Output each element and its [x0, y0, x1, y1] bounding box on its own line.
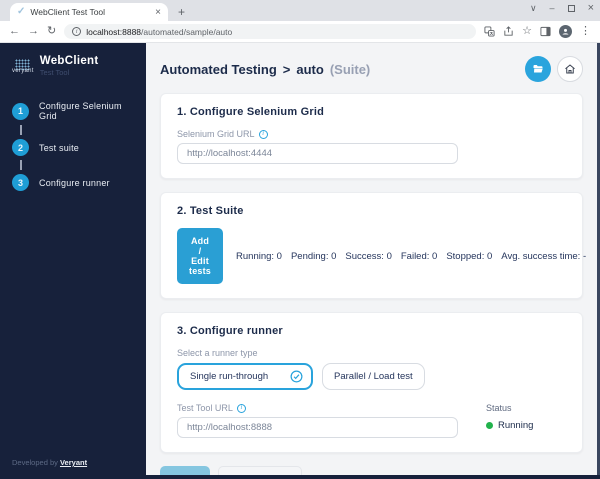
clear-results-button[interactable]: Clear Results	[217, 466, 302, 475]
status-label: Status	[486, 403, 512, 413]
breadcrumb-current: auto	[296, 61, 324, 77]
profile-avatar[interactable]	[559, 25, 572, 38]
step-connector	[20, 125, 22, 135]
info-icon[interactable]: i	[236, 403, 246, 413]
stat-avg-success-time: Avg. success time: -	[501, 250, 587, 262]
brand: veryant WebClient Test Tool	[12, 55, 134, 77]
breadcrumb-suffix: (Suite)	[329, 61, 371, 77]
start-button[interactable]: Start	[160, 466, 210, 475]
reload-button[interactable]: ↻	[47, 26, 56, 37]
stat-running: Running: 0	[236, 250, 282, 262]
site-info-icon[interactable]: i	[72, 27, 82, 36]
status-dot-icon	[486, 422, 493, 429]
window-close-button[interactable]: ×	[588, 2, 594, 14]
wizard-steps: 1 Configure Selenium Grid 2 Test suite 3…	[12, 101, 134, 191]
stat-failed: Failed: 0	[400, 250, 438, 262]
breadcrumb-separator: >	[282, 61, 291, 77]
home-icon	[565, 64, 575, 74]
open-folder-button[interactable]	[525, 56, 551, 82]
forward-button[interactable]: →	[28, 26, 39, 37]
breadcrumb-root[interactable]: Automated Testing	[160, 62, 277, 77]
actions-row: Start Clear Results	[146, 466, 597, 475]
translate-icon[interactable]	[484, 26, 495, 37]
step-number-badge: 3	[12, 174, 29, 191]
browser-toolbar: ← → ↻ i localhost:8888/automated/sample/…	[0, 21, 600, 43]
main-area: Automated Testing > auto (Suite) 1. Conf…	[146, 43, 600, 475]
tab-title: WebClient Test Tool	[30, 7, 106, 17]
suite-stats: Running: 0 Pending: 0 Success: 0 Failed:…	[236, 251, 586, 262]
selenium-grid-url-label: Selenium Grid URL i	[177, 129, 566, 139]
app-name: WebClient	[39, 55, 99, 67]
tab-close-icon[interactable]: ×	[155, 7, 161, 18]
info-icon[interactable]: i	[258, 129, 268, 139]
stat-pending: Pending: 0	[290, 250, 337, 262]
step-test-suite[interactable]: 2 Test suite	[12, 139, 134, 156]
share-icon[interactable]	[503, 26, 514, 37]
card-configure-runner: 3. Configure runner Select a runner type…	[160, 312, 583, 453]
browser-window: ✓ WebClient Test Tool × + ∨ – × ← → ↻ i …	[0, 0, 600, 479]
window-maximize-button[interactable]	[567, 4, 575, 12]
selenium-grid-url-input[interactable]	[177, 143, 458, 164]
side-panel-icon[interactable]	[540, 26, 551, 37]
card-configure-selenium-grid: 1. Configure Selenium Grid Selenium Grid…	[160, 93, 583, 179]
test-tool-url-input[interactable]	[177, 417, 458, 438]
window-bottom-border	[0, 475, 600, 479]
runner-type-label: Select a runner type	[177, 348, 258, 358]
add-edit-tests-button[interactable]: Add / Edit tests	[177, 228, 224, 284]
card-title: 2. Test Suite	[177, 205, 244, 217]
url-text: localhost:8888/automated/sample/auto	[86, 26, 233, 37]
status-group: Status Running	[486, 392, 533, 438]
window-chevron-icon[interactable]: ∨	[530, 3, 537, 14]
test-tool-url-label: Test Tool URL i	[177, 403, 458, 413]
tool-url-group: Test Tool URL i	[177, 392, 458, 438]
veryant-logo: veryant	[12, 58, 34, 74]
card-test-suite: 2. Test Suite Add / Edit tests Running: …	[160, 192, 586, 299]
runner-option-single[interactable]: Single run-through	[177, 363, 313, 390]
window-minimize-button[interactable]: –	[550, 3, 555, 13]
bookmark-star-icon[interactable]: ☆	[522, 26, 532, 37]
step-configure-runner[interactable]: 3 Configure runner	[12, 174, 134, 191]
address-bar[interactable]: i localhost:8888/automated/sample/auto	[64, 24, 477, 39]
browser-tab[interactable]: ✓ WebClient Test Tool ×	[10, 3, 168, 21]
new-tab-button[interactable]: +	[178, 5, 185, 21]
step-number-badge: 1	[12, 102, 29, 120]
back-button[interactable]: ←	[9, 26, 20, 37]
home-button[interactable]	[557, 56, 583, 82]
tab-strip: ✓ WebClient Test Tool × + ∨ – ×	[0, 0, 600, 21]
check-circle-icon	[290, 370, 303, 383]
stat-stopped: Stopped: 0	[446, 250, 493, 262]
breadcrumb: Automated Testing > auto (Suite)	[160, 62, 370, 77]
runner-option-parallel[interactable]: Parallel / Load test	[322, 363, 425, 390]
sidebar: veryant WebClient Test Tool 1 Configure …	[0, 43, 146, 475]
sidebar-footer: Developed by Veryant	[12, 458, 88, 467]
step-connector	[20, 160, 22, 170]
step-number-badge: 2	[12, 139, 29, 156]
overflow-menu-icon[interactable]: ⋮	[580, 26, 591, 37]
app-subtitle: Test Tool	[39, 68, 70, 77]
card-title: 3. Configure runner	[177, 325, 283, 337]
veryant-link[interactable]: Veryant	[60, 458, 87, 467]
folder-icon	[533, 65, 543, 73]
stat-success: Success: 0	[345, 250, 392, 262]
page-header: Automated Testing > auto (Suite)	[146, 43, 597, 93]
person-icon	[562, 28, 569, 35]
card-title: 1. Configure Selenium Grid	[177, 106, 324, 118]
site-favicon-icon: ✓	[17, 6, 26, 17]
step-configure-selenium-grid[interactable]: 1 Configure Selenium Grid	[12, 101, 134, 121]
status-value: Running	[486, 420, 533, 431]
